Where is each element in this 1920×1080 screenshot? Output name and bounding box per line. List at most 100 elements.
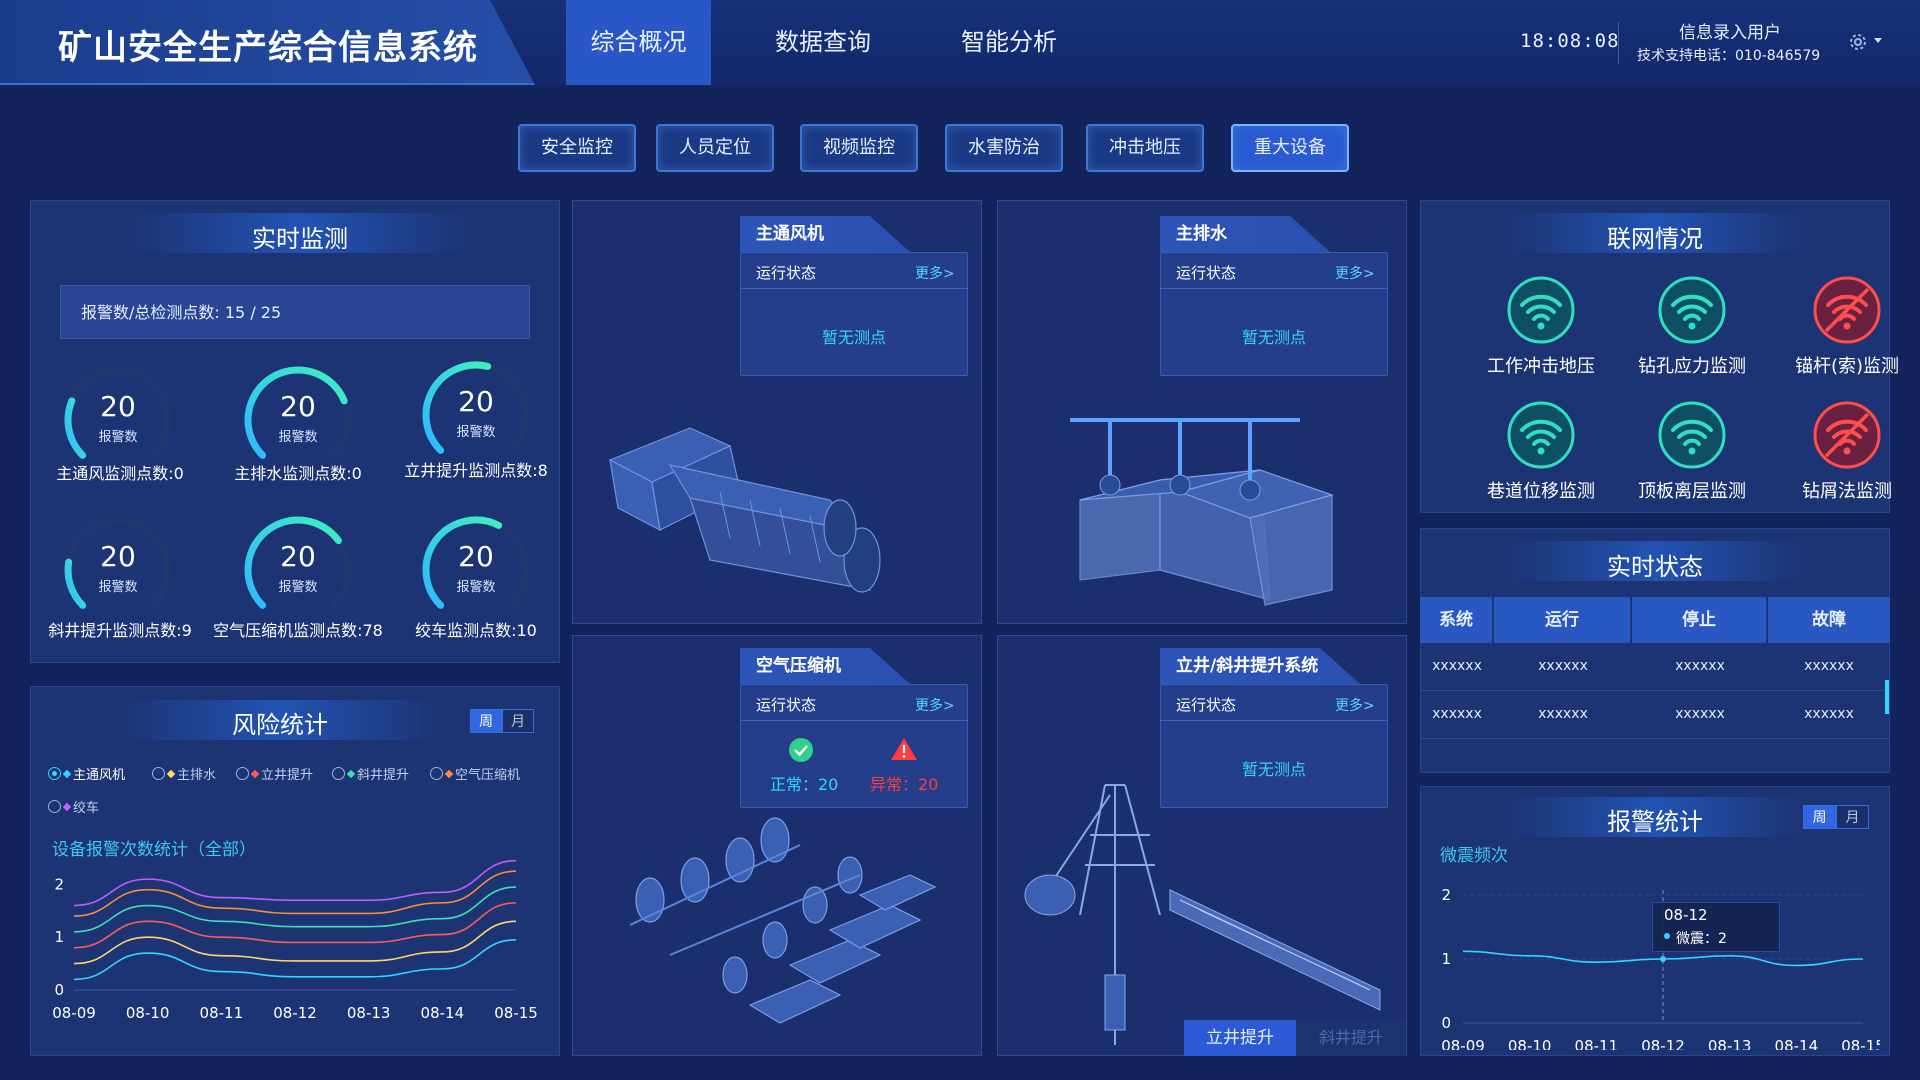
legend-label: 空气压缩机 — [455, 768, 521, 783]
table-cell: xxxxxx — [1804, 658, 1854, 674]
gauge-label: 报警数 — [278, 430, 318, 445]
x-tick-label: 08-11 — [1575, 1037, 1619, 1050]
gauge-value: 20 — [280, 390, 316, 423]
risk-title: 风险统计 — [232, 711, 328, 739]
gauge-label: 报警数 — [278, 580, 318, 595]
tooltip-dot — [1664, 933, 1670, 939]
risk-month-toggle[interactable]: 月 — [502, 709, 534, 733]
support-phone: 技术支持电话：010-846579 — [1637, 48, 1821, 64]
legend-swatch — [62, 802, 72, 811]
table-cell: xxxxxx — [1675, 658, 1725, 674]
gauge-value: 20 — [280, 540, 316, 573]
alarm-title: 报警统计 — [1607, 808, 1703, 836]
radio-button[interactable] — [48, 767, 61, 780]
legend-item[interactable]: 主排水 — [152, 764, 216, 783]
hoist-system-illustration — [1024, 784, 1381, 1045]
legend-label: 主排水 — [177, 768, 217, 783]
table-cell: xxxxxx — [1675, 706, 1725, 722]
highlight-point — [1660, 956, 1666, 962]
x-tick-label: 08-09 — [1441, 1037, 1485, 1050]
radio-button[interactable] — [236, 767, 249, 780]
nav-smart-analysis[interactable]: 智能分析 — [934, 0, 1084, 85]
radio-button[interactable] — [152, 767, 165, 780]
subtab-personnel-location[interactable]: 人员定位 — [656, 124, 774, 172]
legend-label: 斜井提升 — [357, 768, 410, 783]
x-tick-label: 08-10 — [126, 1004, 170, 1022]
main-fan-illustration — [608, 427, 881, 593]
radio-button[interactable] — [332, 767, 345, 780]
fan-status-label: 运行状态 — [756, 264, 817, 282]
drain-status-label: 运行状态 — [1176, 264, 1237, 282]
table-cell: xxxxxx — [1538, 706, 1588, 722]
series-line — [73, 870, 517, 917]
header-divider — [1618, 22, 1619, 64]
compressor-more-link[interactable]: 更多> — [915, 695, 955, 715]
subtab-video-monitor[interactable]: 视频监控 — [800, 124, 918, 172]
nav-data-query[interactable]: 数据查询 — [748, 0, 898, 85]
alarm-summary: 报警数/总检测点数: 15 / 25 — [60, 285, 530, 339]
realtime-title: 实时监测 — [252, 225, 348, 253]
chevron-down-icon[interactable] — [1874, 38, 1882, 43]
legend-item[interactable]: 空气压缩机 — [430, 764, 520, 783]
divider — [740, 720, 968, 721]
user-name[interactable]: 信息录入用户 — [1640, 18, 1820, 43]
alarm-week-toggle[interactable]: 周 — [1803, 805, 1836, 829]
hoist-more-link[interactable]: 更多> — [1335, 695, 1375, 715]
gauge-label: 报警数 — [456, 580, 496, 595]
tab-inclined-shaft[interactable]: 斜井提升 — [1296, 1020, 1406, 1056]
hoist-status-label: 运行状态 — [1176, 696, 1237, 714]
y-tick-label: 1 — [54, 928, 64, 946]
table-header-cell: 系统 — [1420, 597, 1492, 643]
network-label: 巷道位移监测 — [1487, 481, 1595, 502]
main-drain-illustration — [1070, 418, 1335, 606]
gauge-label: 报警数 — [98, 430, 138, 445]
clock: 18:08:08 — [1520, 30, 1620, 52]
tooltip-value: 微震：2 — [1676, 931, 1727, 947]
table-scrollbar[interactable] — [1885, 680, 1889, 714]
legend-item[interactable]: 绞车 — [48, 797, 99, 816]
gauge-caption: 绞车监测点数:10 — [415, 621, 537, 640]
compressor-abnormal-count: 异常：20 — [870, 775, 939, 794]
subtab-rock-burst[interactable]: 冲击地压 — [1086, 124, 1204, 172]
fan-more-link[interactable]: 更多> — [915, 263, 955, 283]
air-compressor-illustration — [629, 817, 937, 1024]
network-label: 锚杆(索)监测 — [1794, 356, 1900, 377]
gear-icon[interactable] — [1846, 30, 1870, 54]
radio-button[interactable] — [430, 767, 443, 780]
microseismic-line-chart: 0 1 2 08-09 08-10 08-11 08-12 08-13 08-14 08-15 — [1441, 886, 1880, 1050]
network-title: 联网情况 — [1607, 225, 1703, 253]
x-tick-label: 08-11 — [200, 1004, 244, 1022]
legend-item[interactable]: 斜井提升 — [332, 764, 409, 783]
subtab-safety-monitor[interactable]: 安全监控 — [518, 124, 636, 172]
drain-more-link[interactable]: 更多> — [1335, 263, 1375, 283]
gauge-caption: 斜井提升监测点数:9 — [48, 621, 192, 640]
network-label: 工作冲击地压 — [1487, 356, 1595, 377]
divider — [1160, 720, 1388, 721]
table-header-cell: 运行 — [1494, 597, 1630, 643]
wifi-online-icon — [1507, 401, 1575, 469]
legend-label: 立井提升 — [261, 768, 314, 783]
y-tick-label: 0 — [54, 981, 64, 999]
series-line — [73, 859, 517, 907]
legend-item[interactable]: 立井提升 — [236, 764, 313, 783]
x-tick-label: 08-12 — [273, 1004, 317, 1022]
legend-swatch — [250, 769, 260, 778]
x-tick-label: 08-10 — [1508, 1037, 1552, 1050]
subtab-flood-prevention[interactable]: 水害防治 — [945, 124, 1063, 172]
tooltip-date: 08-12 — [1664, 906, 1708, 924]
x-tick-label: 08-13 — [347, 1004, 391, 1022]
series-line — [73, 886, 517, 933]
wifi-offline-icon — [1813, 401, 1881, 469]
table-cell: xxxxxx — [1804, 706, 1854, 722]
nav-overview[interactable]: 综合概况 — [566, 0, 711, 85]
legend-item[interactable]: 主通风机 — [48, 764, 125, 783]
radio-button[interactable] — [48, 800, 61, 813]
tab-vertical-shaft[interactable]: 立井提升 — [1184, 1020, 1296, 1056]
x-tick-label: 08-09 — [52, 1004, 96, 1022]
alarm-month-toggle[interactable]: 月 — [1836, 805, 1869, 829]
gauge-value: 20 — [458, 385, 494, 418]
x-tick-label: 08-15 — [1841, 1037, 1880, 1050]
x-tick-label: 08-14 — [1775, 1037, 1819, 1050]
subtab-major-equipment[interactable]: 重大设备 — [1231, 124, 1349, 172]
risk-week-toggle[interactable]: 周 — [470, 709, 502, 733]
